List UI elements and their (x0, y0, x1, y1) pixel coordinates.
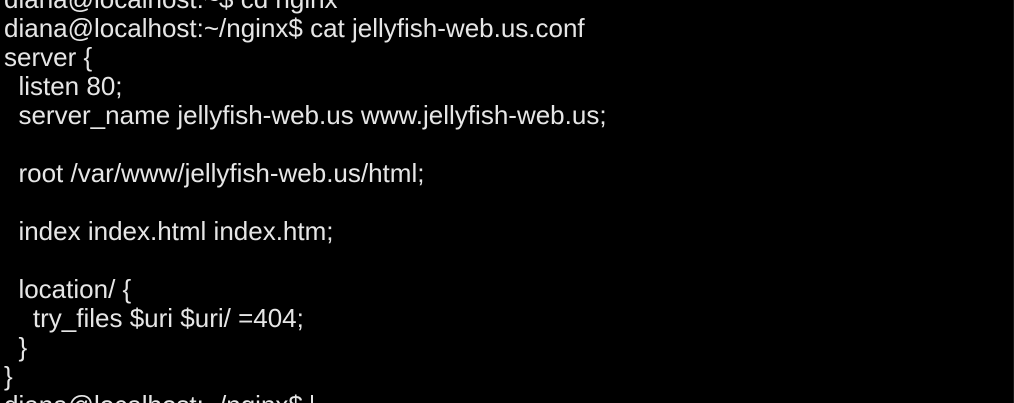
config-line-blank (4, 246, 1010, 275)
config-line-try-files: try_files $uri $uri/ =404; (4, 303, 304, 333)
terminal-window[interactable]: diana@localhost:~$ cd nginx diana@localh… (0, 0, 1014, 403)
config-line-server-name: server_name jellyfish-web.us www.jellyfi… (4, 100, 607, 130)
config-line-root: root /var/www/jellyfish-web.us/html; (4, 158, 425, 188)
terminal-prompt: diana@localhost:~/nginx$ (4, 390, 303, 403)
text-cursor (310, 395, 313, 403)
config-line-blank (4, 130, 1010, 159)
config-line-blank (4, 188, 1010, 217)
config-line-location-open: location/ { (4, 274, 132, 304)
config-line-server-open: server { (4, 42, 93, 72)
config-line-server-close: } (4, 361, 13, 391)
terminal-line-cat-command: diana@localhost:~/nginx$ cat jellyfish-w… (4, 13, 585, 43)
terminal-prompt-line[interactable]: diana@localhost:~/nginx$ (4, 391, 1010, 403)
terminal-line-previous-command: diana@localhost:~$ cd nginx (4, 0, 1010, 14)
config-line-index: index index.html index.htm; (4, 216, 334, 246)
config-line-listen: listen 80; (4, 71, 123, 101)
terminal-output: diana@localhost:~$ cd nginx diana@localh… (4, 0, 1010, 403)
config-line-location-close: } (4, 332, 28, 362)
